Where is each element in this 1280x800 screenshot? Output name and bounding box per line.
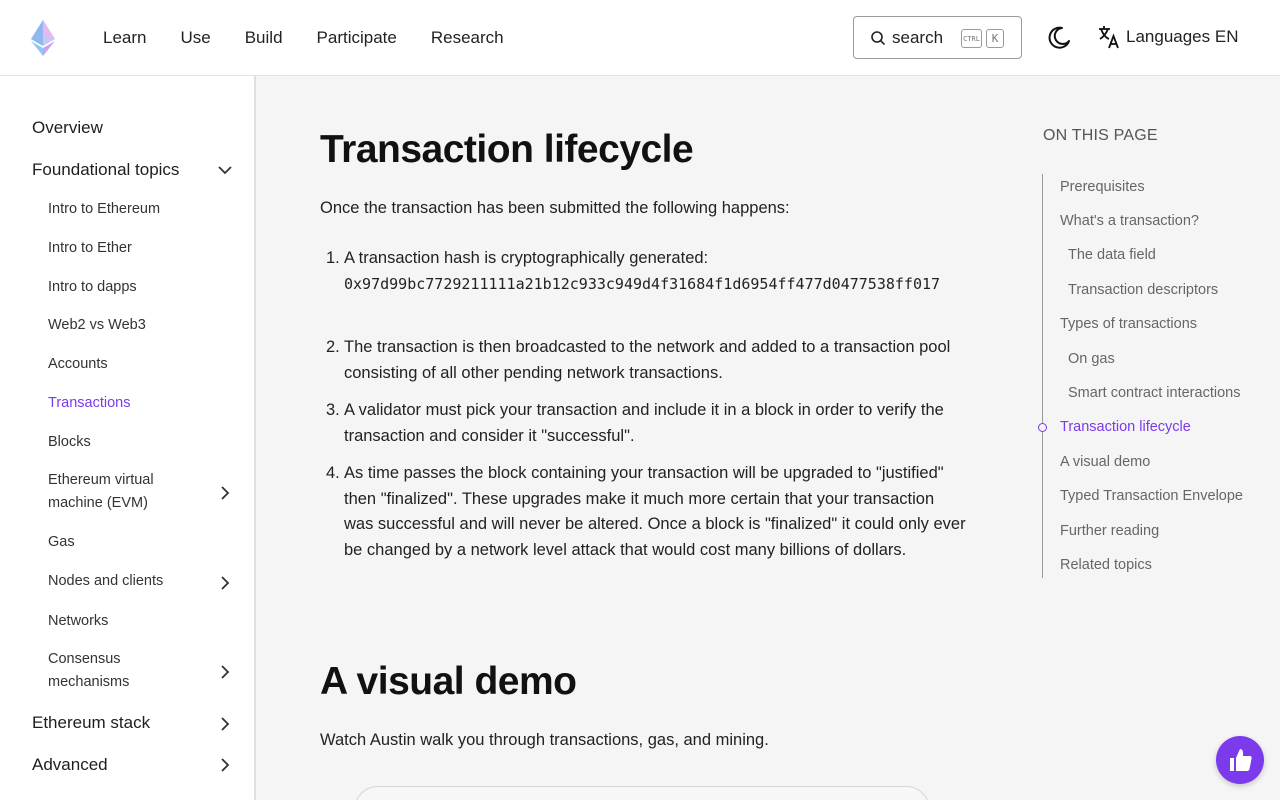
chevron-right-icon[interactable] [216,663,234,681]
sidebar-item-foundational-topics[interactable]: Foundational topics [32,160,179,180]
toc-divider [1042,174,1043,578]
chevron-right-icon[interactable] [216,574,234,592]
section-heading-visual-demo: A visual demo [320,660,577,703]
video-embed[interactable] [354,786,930,800]
sidebar-item-transactions[interactable]: Transactions [48,392,130,415]
page-title: Transaction lifecycle [320,128,694,171]
toc-item-related-topics[interactable]: Related topics [1060,557,1152,573]
list-item-text: A validator must pick your transaction a… [344,401,944,445]
sidebar-item-networks[interactable]: Networks [48,610,108,633]
toc-item-transaction-descriptors[interactable]: Transaction descriptors [1068,282,1218,298]
intro-paragraph: Once the transaction has been submitted … [320,199,790,217]
list-item-text: As time passes the block containing your… [344,464,966,559]
list-item-text: The transaction is then broadcasted to t… [344,338,951,382]
thumbs-up-icon [1230,749,1252,771]
main-content: Transaction lifecycle Once the transacti… [256,76,1280,800]
language-label: Languages EN [1126,27,1239,46]
toc-item-whats-a-transaction[interactable]: What's a transaction? [1060,213,1199,229]
sidebar-item-overview[interactable]: Overview [32,118,103,138]
feedback-button[interactable] [1216,736,1264,784]
nav-build[interactable]: Build [245,28,283,48]
sidebar-item-consensus[interactable]: Consensus mechanisms [48,648,168,694]
sidebar-item-nodes-clients[interactable]: Nodes and clients [48,570,163,593]
list-item-number: 3. [326,401,340,419]
dark-mode-toggle[interactable] [1046,25,1072,51]
search-label: search [892,27,944,47]
nav-learn[interactable]: Learn [103,28,146,48]
chevron-right-icon[interactable] [216,756,234,774]
top-header: Learn Use Build Participate Research sea… [0,0,1280,76]
toc-item-smart-contract-interactions[interactable]: Smart contract interactions [1068,385,1240,401]
chevron-right-icon[interactable] [216,715,234,733]
toc-title: ON THIS PAGE [1043,127,1158,144]
sidebar-item-blocks[interactable]: Blocks [48,431,91,454]
search-icon [871,30,885,45]
toc-item-typed-transaction-envelope[interactable]: Typed Transaction Envelope [1060,488,1243,504]
sidebar-item-gas[interactable]: Gas [48,531,75,554]
toc-item-types-of-transactions[interactable]: Types of transactions [1060,316,1197,332]
sidebar-item-accounts[interactable]: Accounts [48,353,108,376]
chevron-down-icon[interactable] [216,161,234,179]
kbd-ctrl-key: CTRL [961,29,982,48]
list-item-number: 1. [326,249,340,267]
list-item-number: 2. [326,338,340,356]
kbd-k-key: K [986,29,1004,48]
sidebar-item-web2-web3[interactable]: Web2 vs Web3 [48,314,146,337]
list-item-number: 4. [326,464,340,482]
ethereum-logo-icon[interactable] [28,18,58,58]
nav-participate[interactable]: Participate [317,28,397,48]
nav-research[interactable]: Research [431,28,504,48]
language-picker[interactable]: Languages EN [1098,24,1238,50]
moon-icon [1048,26,1070,49]
sidebar-item-evm[interactable]: Ethereum virtual machine (EVM) [48,469,198,515]
sidebar-item-ethereum-stack[interactable]: Ethereum stack [32,713,150,733]
toc-item-data-field[interactable]: The data field [1068,247,1156,263]
toc-item-transaction-lifecycle[interactable]: Transaction lifecycle [1060,419,1191,435]
demo-paragraph: Watch Austin walk you through transactio… [320,731,769,749]
sidebar-item-intro-dapps[interactable]: Intro to dapps [48,276,137,299]
sidebar-item-intro-ethereum[interactable]: Intro to Ethereum [48,198,160,221]
list-item-text: A transaction hash is cryptographically … [344,249,709,267]
search-button[interactable]: search CTRL K [853,16,1022,59]
toc-active-indicator [1038,423,1047,432]
sidebar-item-advanced[interactable]: Advanced [32,755,108,775]
chevron-right-icon[interactable] [216,484,234,502]
transaction-hash-code: 0x97d99bc7729211111a21b12c933c949d4f3168… [344,274,941,293]
toc-item-visual-demo[interactable]: A visual demo [1060,454,1150,470]
toc-item-further-reading[interactable]: Further reading [1060,523,1159,539]
nav-use[interactable]: Use [180,28,210,48]
docs-sidebar: Overview Foundational topics Intro to Et… [0,76,256,800]
translate-icon [1099,26,1119,49]
toc-item-prerequisites[interactable]: Prerequisites [1060,179,1145,195]
main-nav: Learn Use Build Participate Research [103,0,538,76]
toc-item-on-gas[interactable]: On gas [1068,351,1115,367]
sidebar-item-intro-ether[interactable]: Intro to Ether [48,237,132,260]
